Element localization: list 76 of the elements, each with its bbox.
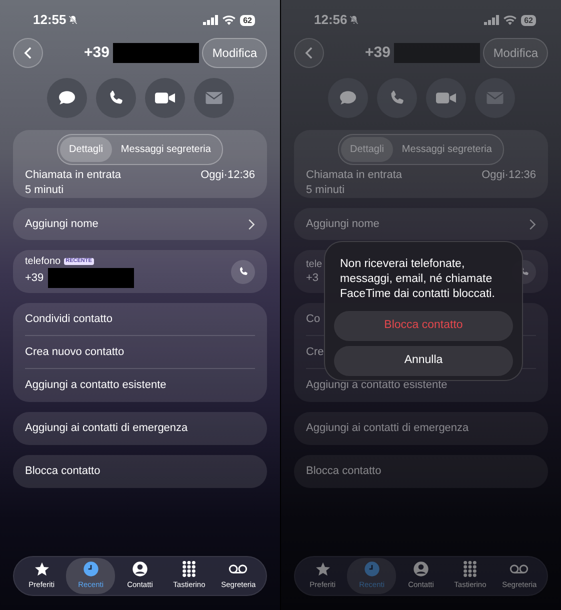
chevron-right-icon [248,218,255,230]
video-button[interactable] [144,78,184,118]
video-button[interactable] [426,78,466,118]
signal-icon [203,15,218,25]
signal-icon [484,15,500,25]
phone-number-title: +39 [365,42,390,63]
segment-tab[interactable]: Dettagli [341,137,393,162]
envelope-icon [486,91,504,105]
call-button[interactable] [376,78,416,118]
person-icon [413,561,429,578]
segment-tab[interactable]: Dettagli [60,137,112,162]
add-name-label: Aggiungi nome [25,216,98,232]
phone-call-button[interactable] [231,260,255,284]
speech-bubble-icon [338,90,356,106]
star-icon [314,561,331,578]
bell-slash-icon [68,15,78,25]
person-icon [132,561,148,578]
video-camera-icon [436,91,456,105]
phone-number: +3 [306,270,319,284]
phone-label: tele [306,258,322,270]
edit-button[interactable]: Modifica [202,38,267,68]
star-icon [34,561,50,578]
phone-number: +39 [25,270,44,284]
call-date: Oggi·12:36 [200,169,255,182]
keypad-icon [181,561,198,578]
option-item[interactable]: Aggiungi ai contatti di emergenza [25,420,188,437]
envelope-icon [204,91,222,105]
wifi-icon [503,15,518,25]
status-time: 12:55 [33,11,66,30]
block-contact-button[interactable]: Blocca contatto [334,311,513,341]
call-type: Chiamata in entrata [25,169,121,182]
clock-icon [364,561,380,578]
option-item[interactable]: Cre [306,344,324,360]
clock-icon [82,561,99,578]
option-item[interactable]: Blocca contatto [25,463,100,480]
battery-indicator: 62 [521,14,536,26]
segmented-control[interactable]: Dettagli Messaggi segreteria [57,134,223,165]
video-camera-icon [154,91,174,105]
option-item[interactable]: Blocca contatto [306,463,382,480]
option-item[interactable]: Aggiungi ai contatti di emergenza [306,420,469,437]
keypad-icon [462,561,478,578]
back-icon [23,47,33,59]
bell-slash-icon [349,15,360,25]
status-time: 12:56 [314,11,348,30]
call-button[interactable] [96,78,136,118]
option-item[interactable]: Co [306,310,320,328]
call-type: Chiamata in entrata [306,169,402,182]
phone-number-title: +39 [84,42,110,63]
add-name-row[interactable]: Aggiungi nome [294,208,548,240]
add-name-row[interactable]: Aggiungi nome [13,208,267,240]
edit-button[interactable]: Modifica [483,38,548,68]
cancel-button[interactable]: Annulla [334,346,513,376]
back-button[interactable] [13,38,43,68]
option-item[interactable]: Aggiungi a contatto esistente [25,377,166,394]
chevron-right-icon [529,218,536,230]
battery-indicator: 62 [240,14,255,26]
segment-tab[interactable]: Messaggi segreteria [112,137,220,162]
call-date: Oggi·12:36 [482,169,536,182]
message-button[interactable] [46,78,86,118]
wifi-icon [222,15,236,25]
speech-bubble-icon [58,90,76,106]
mail-button[interactable] [194,78,234,118]
segmented-control[interactable]: Dettagli Messaggi segreteria [338,134,504,165]
option-item[interactable]: Condividi contatto [25,310,112,328]
message-button[interactable] [328,78,368,118]
segment-tab[interactable]: Messaggi segreteria [392,137,501,162]
call-duration: 5 minuti [306,183,346,198]
add-name-label: Aggiungi nome [306,216,380,232]
back-button[interactable] [294,38,324,68]
option-item[interactable]: Crea nuovo contatto [25,344,124,360]
phone-icon [238,266,248,277]
option-item[interactable]: Aggiungi a contatto esistente [306,377,448,394]
call-duration: 5 minuti [25,183,65,198]
back-icon [304,47,314,59]
phone-label: telefono [25,256,61,268]
alert-message: Non riceverai telefonate, messaggi, email, né chiamate FaceTime dai contatti bloccati. [339,257,496,302]
